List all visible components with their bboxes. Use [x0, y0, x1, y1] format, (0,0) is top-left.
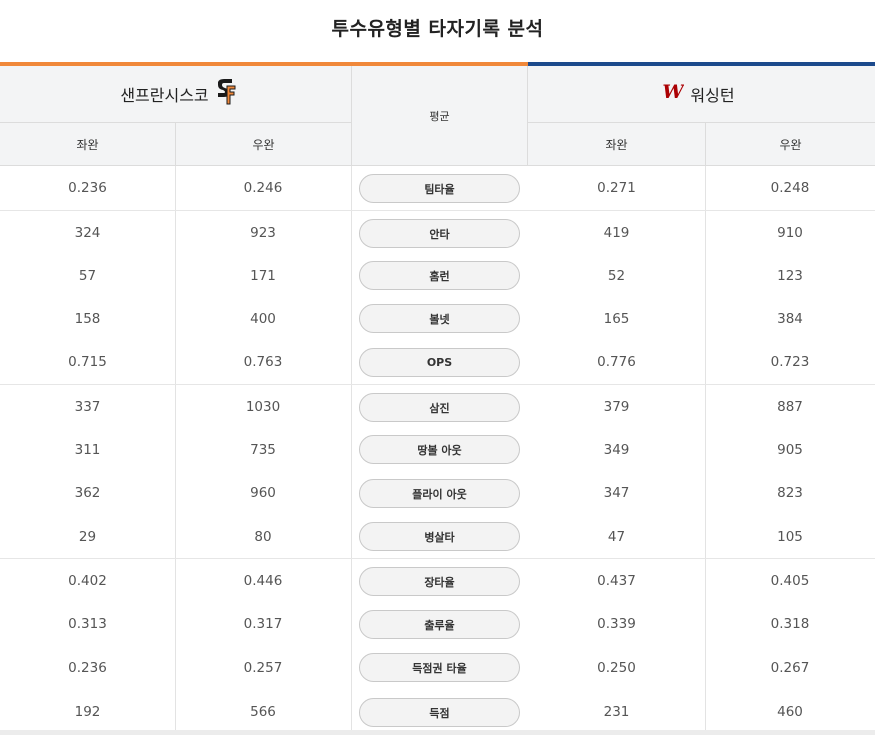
wsh-lhp-header: 좌완: [605, 138, 628, 152]
table-row: 29 80 47 105 병살타: [0, 515, 875, 558]
wsh-rhp-value: 823: [777, 485, 803, 501]
sf-rhp-value: 735: [250, 441, 276, 458]
wsh-lhp-value: 0.250: [597, 659, 636, 676]
sf-rhp-value: 566: [250, 704, 276, 720]
page-title: 투수유형별 타자기록 분석: [331, 18, 544, 40]
stat-label-button[interactable]: 장타율: [359, 567, 520, 596]
sf-giants-logo-icon: [215, 78, 237, 110]
sf-rhp-value: 0.317: [243, 616, 283, 632]
sf-rhp-value: 0.763: [243, 354, 283, 370]
sf-lhp-value: 0.715: [68, 354, 107, 370]
wsh-rhp-value: 910: [777, 224, 803, 241]
stat-label-button[interactable]: OPS: [359, 348, 520, 377]
wsh-lhp-value: 47: [607, 528, 626, 545]
stat-label-button[interactable]: 병살타: [359, 522, 520, 551]
wsh-lhp-value: 0.437: [597, 572, 636, 589]
wsh-lhp-value: 52: [607, 267, 626, 284]
wsh-rhp-value: 0.267: [770, 659, 810, 676]
sf-rhp-value: 0.257: [243, 659, 283, 676]
sf-rhp-value: 80: [254, 528, 272, 545]
wsh-lhp-value: 349: [603, 441, 630, 458]
sf-rhp-header: 우완: [175, 123, 351, 166]
table-header: 샌프란시스코 평균 W 워싱턴 좌완 우완 좌완 우완: [0, 66, 875, 166]
wsh-rhp-value: 887: [777, 398, 803, 415]
team-header-left: 샌프란시스코: [0, 66, 351, 123]
team-header-right: W 워싱턴: [528, 66, 875, 123]
wsh-lhp-value: 165: [603, 310, 630, 327]
wsh-rhp-value: 384: [777, 310, 803, 327]
table-row: 362 960 347 823 플라이 아웃: [0, 471, 875, 515]
team-name-right: 워싱턴: [690, 86, 735, 105]
sf-lhp-value: 0.236: [68, 180, 107, 196]
sf-lhp-value: 57: [78, 267, 97, 284]
stat-label-button[interactable]: 출루율: [359, 610, 520, 639]
wsh-lhp-value: 0.776: [597, 354, 636, 370]
stats-table-body: 0.236 0.246 0.271 0.248 팀타율 324 923 419 910 안타 57 1…: [0, 166, 875, 735]
sf-lhp-value: 29: [78, 528, 97, 545]
stat-label-button[interactable]: 삼진: [359, 393, 520, 422]
wsh-rhp-value: 0.318: [770, 616, 810, 632]
wsh-rhp-value: 123: [777, 267, 803, 284]
wsh-lhp-value: 419: [603, 224, 630, 241]
sf-rhp-value: 1030: [245, 398, 281, 415]
table-row: 0.402 0.446 0.437 0.405 장타율: [0, 558, 875, 602]
table-row: 324 923 419 910 안타: [0, 210, 875, 254]
team-name-left: 샌프란시스코: [120, 86, 209, 105]
sf-lhp-value: 158: [74, 310, 101, 327]
wsh-rhp-value: 0.248: [770, 180, 810, 196]
sf-lhp-value: 0.313: [68, 616, 107, 632]
stats-page: 투수유형별 타자기록 분석 샌프란시스코 평균 W 워싱턴 좌완 우완 좌완 우…: [0, 0, 875, 735]
wsh-rhp-value: 105: [777, 528, 803, 545]
stat-label-button[interactable]: 플라이 아웃: [359, 479, 520, 508]
wsh-lhp-value: 379: [603, 398, 630, 415]
sf-lhp-header: 좌완: [76, 138, 99, 152]
wsh-rhp-value: 0.723: [770, 354, 810, 370]
wsh-lhp-value: 0.339: [597, 616, 636, 632]
sf-lhp-value: 311: [74, 441, 101, 458]
stat-label-button[interactable]: 홈런: [359, 261, 520, 290]
wsh-lhp-value: 347: [603, 485, 630, 501]
table-row: 0.236 0.257 0.250 0.267 득점권 타율: [0, 646, 875, 689]
wsh-rhp-value: 0.405: [770, 572, 810, 589]
table-row: 0.313 0.317 0.339 0.318 출루율: [0, 602, 875, 646]
wsh-rhp-value: 905: [777, 441, 803, 458]
stat-label-button[interactable]: 득점권 타율: [359, 653, 520, 682]
wsh-rhp-header: 우완: [705, 123, 875, 166]
wsh-lhp-value: 231: [603, 704, 630, 720]
sf-rhp-value: 171: [250, 267, 276, 284]
svg-text:W: W: [663, 81, 685, 103]
sf-lhp-value: 0.402: [68, 572, 107, 589]
table-row: 0.236 0.246 0.271 0.248 팀타율: [0, 166, 875, 210]
sf-rhp-value: 923: [250, 224, 276, 241]
table-row: 158 400 165 384 볼넷: [0, 297, 875, 340]
nationals-logo-icon: W: [662, 81, 686, 107]
sf-rhp-value: 400: [250, 310, 276, 327]
sf-rhp-value: 0.246: [243, 180, 283, 196]
sf-lhp-value: 0.236: [68, 659, 107, 676]
stat-label-button[interactable]: 볼넷: [359, 304, 520, 333]
sf-lhp-value: 192: [74, 704, 101, 720]
sf-rhp-value: 0.446: [243, 572, 283, 589]
average-column-header: 평균: [351, 66, 528, 166]
table-row: 57 171 52 123 홈런: [0, 254, 875, 297]
table-row: 311 735 349 905 땅볼 아웃: [0, 428, 875, 471]
sf-lhp-value: 324: [74, 224, 101, 241]
bottom-border: [0, 730, 875, 735]
table-row: 337 1030 379 887 삼진: [0, 384, 875, 428]
stat-label-button[interactable]: 안타: [359, 219, 520, 248]
stat-label-button[interactable]: 득점: [359, 698, 520, 727]
sf-lhp-value: 337: [74, 398, 101, 415]
stat-label-button[interactable]: 팀타율: [359, 174, 520, 203]
stat-label-button[interactable]: 땅볼 아웃: [359, 435, 520, 464]
wsh-lhp-value: 0.271: [597, 180, 636, 196]
sf-rhp-value: 960: [250, 485, 276, 501]
table-row: 0.715 0.763 0.776 0.723 OPS: [0, 340, 875, 384]
wsh-rhp-value: 460: [777, 704, 803, 720]
sf-lhp-value: 362: [74, 485, 101, 501]
table-row: 192 566 231 460 득점: [0, 689, 875, 735]
